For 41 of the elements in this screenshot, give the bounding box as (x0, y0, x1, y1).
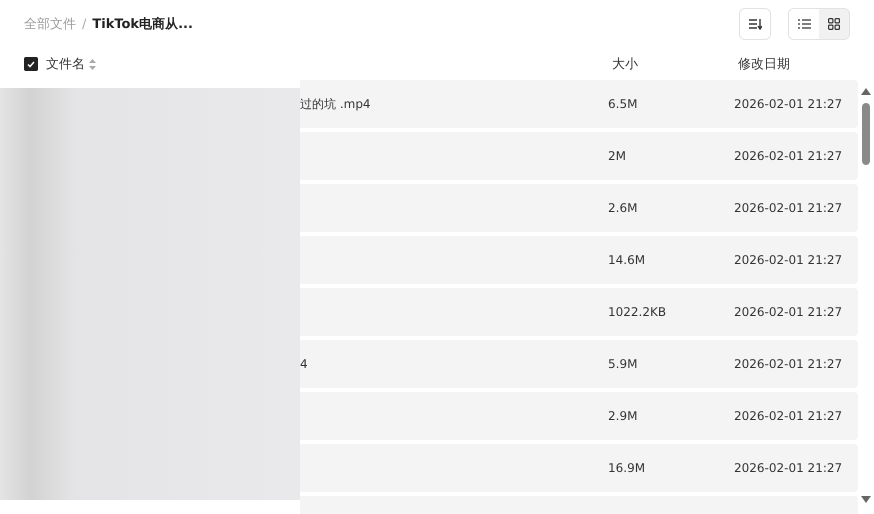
modified-date: 2026-02-01 21:27 (734, 201, 842, 215)
file-row[interactable]: 过的坑 .mp4 6.5M 2026-02-01 21:27 (300, 80, 858, 128)
modified-date: 2026-02-01 21:27 (734, 461, 842, 475)
breadcrumb-item: TikTok电商从... (92, 16, 193, 33)
file-size: 6.5M (608, 97, 638, 111)
file-row[interactable]: 2M 2026-02-01 21:27 (300, 132, 858, 180)
file-row[interactable]: 16.9M 2026-02-01 21:27 (300, 444, 858, 492)
file-row[interactable]: 1022.2KB 2026-02-01 21:27 (300, 288, 858, 336)
file-size: 2.6M (608, 201, 638, 215)
modified-date: 2026-02-01 21:27 (734, 149, 842, 163)
list-icon (798, 19, 810, 29)
file-row[interactable]: 2.9M 2026-02-01 21:27 (300, 392, 858, 440)
checkmark-icon (27, 60, 35, 68)
list-view-button[interactable] (789, 9, 819, 39)
file-name: 过的坑 .mp4 (300, 96, 371, 110)
file-size: 16.9M (608, 461, 646, 475)
select-all-checkbox[interactable] (24, 57, 38, 71)
modified-date: 2026-02-01 21:27 (734, 253, 842, 267)
file-size: 1022.2KB (608, 305, 668, 319)
column-header[interactable]: 修改日期 (738, 55, 790, 73)
scroll-up-icon[interactable] (861, 88, 871, 95)
file-row[interactable]: 2.6M 2026-02-01 21:27 (300, 184, 858, 232)
sort-button[interactable] (739, 8, 771, 40)
file-size: 2.9M (608, 409, 638, 423)
column-header[interactable]: 文件名 (46, 55, 85, 73)
file-size: 2M (608, 149, 627, 163)
file-row[interactable]: 4 5.9M 2026-02-01 21:27 (300, 340, 858, 388)
file-name: 4 (300, 357, 308, 371)
file-size: 5.9M (608, 357, 638, 371)
modified-date: 2026-02-01 21:27 (734, 409, 842, 423)
modified-date: 2026-02-01 21:27 (734, 97, 842, 111)
sort-lines-icon (748, 18, 762, 30)
scrollbar-thumb[interactable] (862, 103, 870, 165)
file-size: 14.6M (608, 253, 646, 267)
column-header[interactable]: 大小 (612, 55, 738, 73)
modified-date: 2026-02-01 21:27 (734, 357, 842, 371)
grid-icon (828, 18, 840, 30)
breadcrumb-separator: / (82, 16, 86, 32)
scroll-down-icon[interactable] (861, 496, 871, 503)
modified-date: 2026-02-01 21:27 (734, 305, 842, 319)
file-row[interactable]: 14.6M 2026-02-01 21:27 (300, 236, 858, 284)
